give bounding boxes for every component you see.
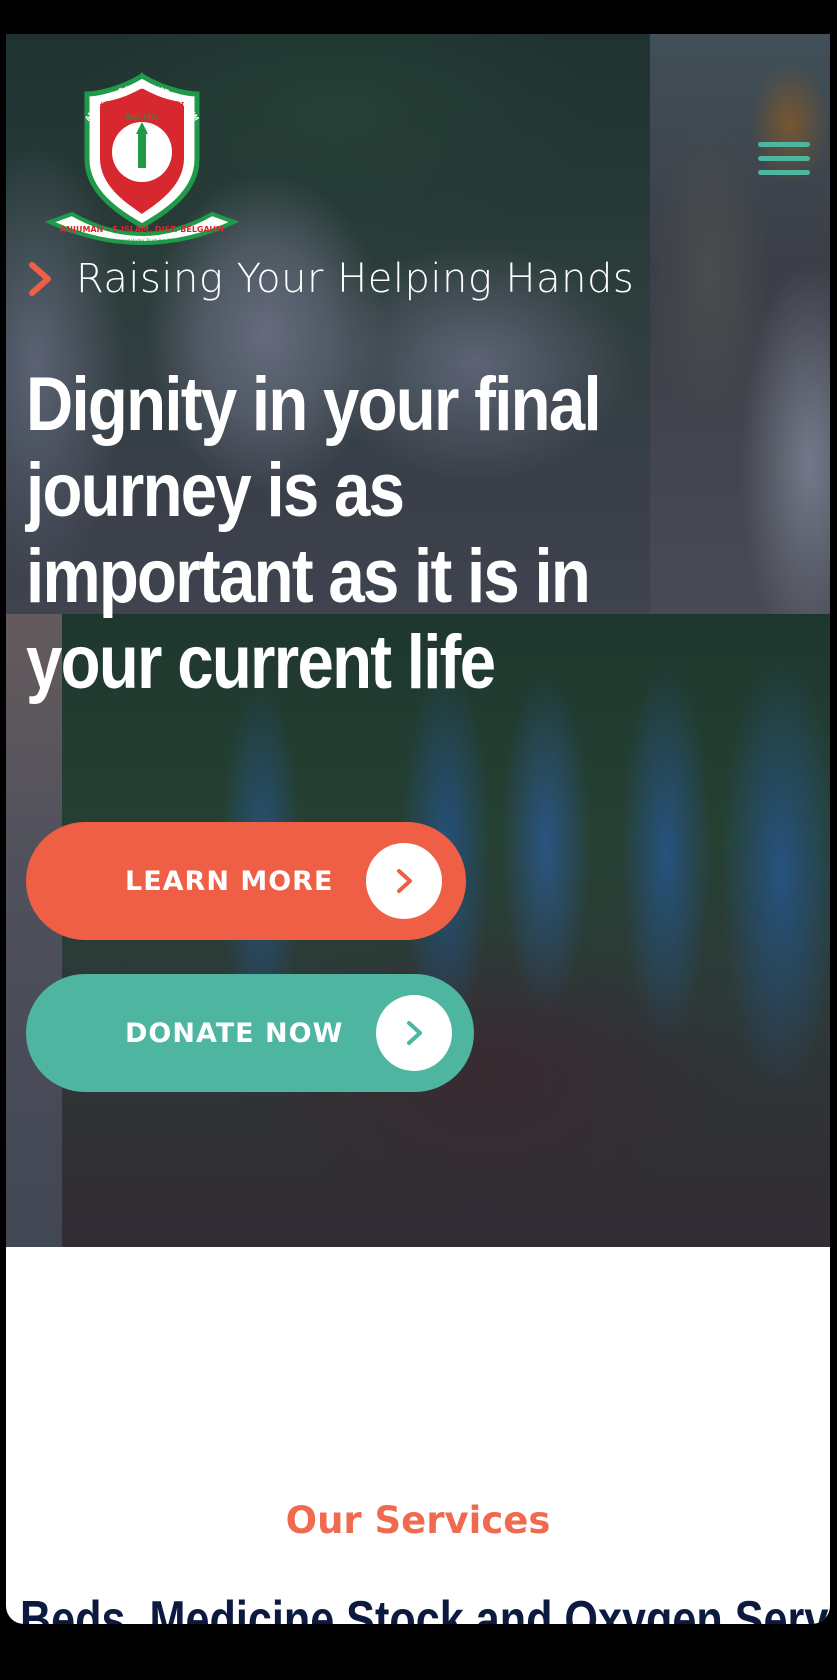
anjuman-logo[interactable]: Estd. 1922 ANJUMAN - E-ISLAM DIST. BELGA… xyxy=(42,54,242,254)
services-title: Beds, Medicine Stock and Oxygen Services xyxy=(20,1591,830,1624)
learn-more-button[interactable]: LEARN MORE xyxy=(26,822,466,940)
donate-now-arrow xyxy=(376,995,452,1071)
donate-now-button[interactable]: DONATE NOW xyxy=(26,974,474,1092)
learn-more-label: LEARN MORE xyxy=(125,865,334,897)
logo-estd: Estd. 1922 xyxy=(126,114,158,121)
chevron-right-icon xyxy=(407,1021,422,1045)
chevron-right-icon xyxy=(29,262,51,296)
logo-reg-text: (Registered Under Trust Act 1950) xyxy=(104,238,181,244)
services-kicker: Our Services xyxy=(285,1499,551,1542)
donate-now-label: DONATE NOW xyxy=(125,1017,344,1049)
page: Estd. 1922 ANJUMAN - E-ISLAM DIST. BELGA… xyxy=(6,34,830,1624)
tagline-row: Raising Your Helping Hands xyxy=(26,256,634,302)
hamburger-menu-button[interactable] xyxy=(758,142,810,186)
hero-headline: Dignity in your final journey is as impo… xyxy=(26,362,602,705)
chevron-right-icon xyxy=(397,869,412,893)
hero-section: Estd. 1922 ANJUMAN - E-ISLAM DIST. BELGA… xyxy=(6,34,830,1247)
logo-banner-text: ANJUMAN - E-ISLAM, DIST. BELGAUM xyxy=(60,225,224,234)
hero-tagline: Raising Your Helping Hands xyxy=(76,256,635,302)
hamburger-icon xyxy=(758,142,810,147)
learn-more-arrow xyxy=(366,843,442,919)
